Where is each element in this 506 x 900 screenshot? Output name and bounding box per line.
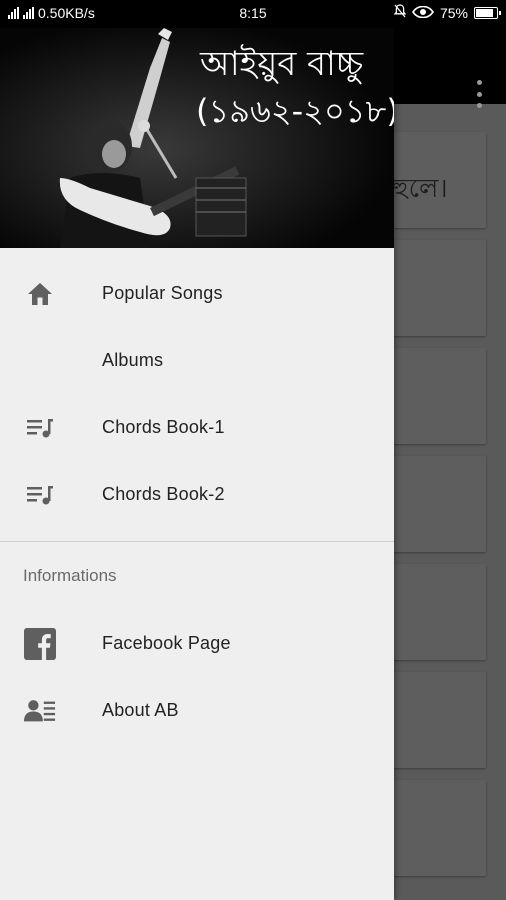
menu-item-label: Chords Book-2 (102, 484, 225, 504)
status-bar: 0.50KB/s 8:15 75% (0, 0, 506, 28)
list-card[interactable] (380, 672, 486, 768)
menu-item-popular-songs[interactable]: Popular Songs (0, 260, 394, 327)
facebook-icon (24, 627, 56, 660)
playlist-music-icon (24, 479, 56, 511)
menu-item-label: Facebook Page (102, 633, 231, 653)
list-card[interactable] (380, 456, 486, 552)
menu-item-about-ab[interactable]: About AB (0, 677, 394, 744)
playlist-music-icon (24, 412, 56, 444)
battery-icon (474, 6, 501, 19)
overflow-menu-icon[interactable] (474, 80, 484, 108)
list-card[interactable] (380, 564, 486, 660)
eye-icon (412, 5, 434, 21)
notifications-off-icon (393, 4, 407, 21)
home-icon (24, 278, 56, 310)
menu-item-label: Albums (102, 350, 164, 370)
list-card-text: হুলে। (392, 174, 448, 204)
battery-percent: 75% (439, 4, 468, 21)
screen: হুলে। 0.50KB/s 8:15 75% আইয়ুব বাচ্চু (১… (0, 0, 506, 900)
menu-item-label: Chords Book-1 (102, 417, 225, 437)
menu-item-chords-book-2[interactable]: Chords Book-2 (0, 461, 394, 528)
menu-divider (0, 541, 394, 542)
header-years: (১৯৬২-২০১৮) (196, 92, 394, 130)
drawer-header: আইয়ুব বাচ্চু (১৯৬২-২০১৮) (0, 28, 394, 248)
drawer-menu: Popular Songs Albums Chords Book-1 Chord… (0, 260, 394, 528)
section-title-informations: Informations (23, 566, 117, 585)
list-card[interactable] (380, 780, 486, 876)
menu-item-chords-book-1[interactable]: Chords Book-1 (0, 394, 394, 461)
menu-item-label: About AB (102, 700, 179, 720)
drawer-info-menu: Facebook Page About AB (0, 610, 394, 744)
contact-card-icon (24, 695, 56, 727)
menu-item-albums[interactable]: Albums (0, 327, 394, 394)
battery-level (476, 8, 493, 17)
menu-item-label: Popular Songs (102, 283, 223, 303)
list-card[interactable] (380, 348, 486, 444)
navigation-drawer: আইয়ুব বাচ্চু (১৯৬২-২০১৮) Popular Songs … (0, 0, 394, 900)
menu-item-facebook-page[interactable]: Facebook Page (0, 610, 394, 677)
list-card[interactable] (380, 240, 486, 336)
